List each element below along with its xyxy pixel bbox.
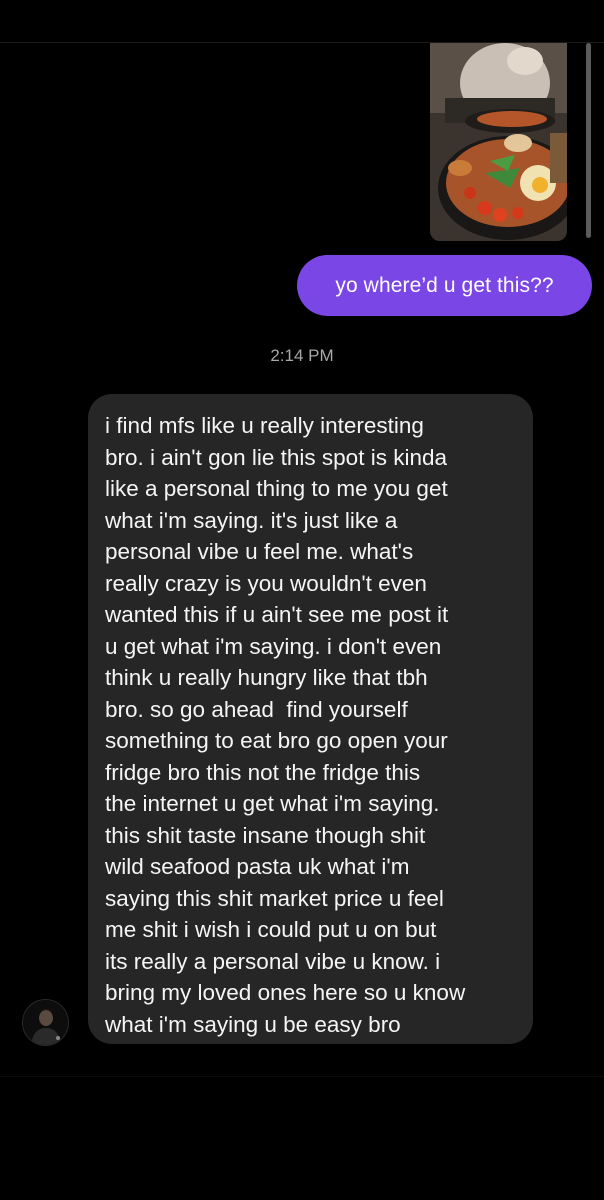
message-line: bring my loved ones here so u know — [105, 980, 466, 1005]
message-line: u get what i'm saying. i don't even — [105, 633, 442, 659]
message-line: what i'm saying. it's just like a — [105, 507, 398, 533]
message-line: wild seafood pasta uk what i'm — [105, 854, 410, 879]
message-line: really crazy is you wouldn't even — [105, 570, 427, 596]
message-line: wanted this if u ain't see me post it — [105, 602, 449, 627]
sent-message-bubble[interactable]: yo where’d u get this?? — [297, 255, 592, 316]
scrollbar[interactable] — [586, 43, 591, 238]
received-message-bubble[interactable]: i find mfs like u really interesting bro… — [88, 394, 533, 1044]
message-line: saying this shit market price u feel — [105, 885, 444, 911]
message-line: personal vibe u feel me. what's — [105, 539, 414, 564]
message-line: something to eat bro go open your — [105, 728, 448, 753]
message-line: think u really hungry like that tbh — [105, 665, 428, 690]
composer-divider — [0, 1076, 604, 1077]
message-line: its really a personal vibe u know. i — [105, 948, 441, 974]
avatar-icon — [23, 1000, 68, 1045]
message-line: i find mfs like u really interesting — [105, 413, 424, 438]
message-line: the internet u get what i'm saying. — [105, 791, 440, 816]
message-line: fridge bro this not the fridge this — [105, 759, 421, 785]
message-line: what i'm saying u be easy bro — [105, 1011, 401, 1037]
message-line: bro. i ain't gon lie this spot is kinda — [105, 444, 447, 470]
message-line: this shit taste insane though shit — [105, 822, 426, 848]
sent-message-text: yo where’d u get this?? — [335, 273, 554, 297]
message-line: me shit i wish i could put u on but — [105, 917, 437, 942]
message-line: bro. so go ahead find yourself — [105, 696, 408, 722]
sent-photo-message[interactable] — [430, 43, 567, 241]
message-line: like a personal thing to me you get — [105, 476, 448, 501]
sender-avatar[interactable] — [23, 1000, 68, 1045]
message-timestamp: 2:14 PM — [270, 346, 334, 365]
food-photo-icon — [430, 43, 567, 241]
